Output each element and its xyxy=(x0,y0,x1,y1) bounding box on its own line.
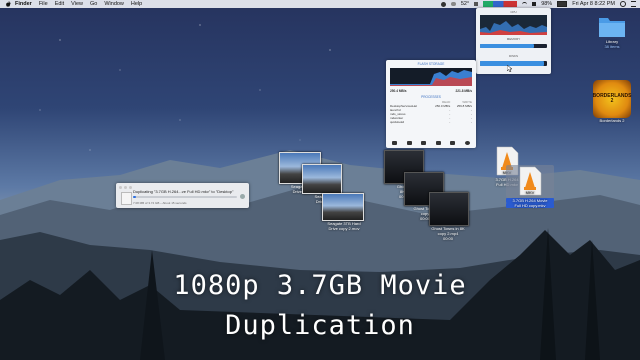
io-graph xyxy=(390,68,472,86)
video-thumbnail xyxy=(429,192,469,226)
temperature[interactable]: 52° xyxy=(461,1,469,7)
memory-tab-icon[interactable] xyxy=(406,141,412,145)
mouse-cursor-icon xyxy=(507,65,512,72)
network-tab-icon[interactable] xyxy=(435,141,441,145)
minimize-window-button[interactable] xyxy=(124,186,127,189)
read-rate: 250.4 MB/s xyxy=(390,89,407,93)
apple-icon[interactable] xyxy=(6,1,11,7)
copy-progress-dialog: Duplicating "3.7GB H.264...ve Full HD.mk… xyxy=(116,183,249,208)
caption-line-1: 1080p 3.7GB Movie xyxy=(173,270,467,301)
file-duration: 00:00 xyxy=(442,236,453,241)
flash-storage-panel: FLASH STORAGE 250.4 MB/s 221.8 MB/s PROC… xyxy=(386,60,476,148)
video-thumbnail xyxy=(322,193,364,221)
folder-icon xyxy=(599,18,625,37)
dropbox-icon[interactable] xyxy=(474,2,479,6)
memory-bar xyxy=(480,44,547,48)
disk-tab-icon[interactable] xyxy=(421,141,427,145)
vlc-file-icon: MKV xyxy=(519,166,542,196)
menu-go[interactable]: Go xyxy=(90,1,97,7)
search-icon[interactable] xyxy=(620,1,626,7)
battery-tab-icon[interactable] xyxy=(450,141,456,145)
window-controls xyxy=(119,186,132,189)
cpu-tab-icon[interactable] xyxy=(392,141,397,145)
io-rates: 250.4 MB/s 221.8 MB/s xyxy=(390,89,472,93)
cpu-graph xyxy=(480,15,547,35)
process-read: - xyxy=(449,120,451,124)
selection-highlight: MKV xyxy=(506,165,554,198)
library-sub: 38 items xyxy=(604,44,620,49)
menu-window[interactable]: Window xyxy=(104,1,124,7)
copy-file-icon xyxy=(121,192,132,205)
menu-edit[interactable]: Edit xyxy=(55,1,64,7)
battery-icon[interactable] xyxy=(557,1,568,7)
settings-tab-icon[interactable] xyxy=(464,141,470,145)
notification-center-icon[interactable] xyxy=(631,1,636,7)
caption-line-2: Duplication xyxy=(225,310,415,341)
borderlands-app[interactable]: BORDERLANDS 2 Borderlands 2 xyxy=(588,80,636,123)
panel-tab-icons xyxy=(392,141,470,145)
borderlands-icon: BORDERLANDS 2 xyxy=(593,80,631,118)
clock[interactable]: Fri Apr 8 8:22 PM xyxy=(572,1,615,7)
copy-detail: 7.08 MB of 3.74 GB – About 15 seconds xyxy=(133,201,187,205)
weather-icon[interactable] xyxy=(450,2,456,6)
file-badge: MKV xyxy=(526,190,535,195)
disks-label: DISKS xyxy=(508,54,518,58)
disk-bar xyxy=(480,61,547,66)
cancel-copy-button[interactable] xyxy=(240,194,245,199)
seagate-video-3[interactable]: Seagate 3TB Hard Drive copy 2.mov xyxy=(320,193,368,231)
copy-title: Duplicating "3.7GB H.264...ve Full HD.mk… xyxy=(133,189,234,194)
ghost-towns-video-3[interactable]: Ghost Towns in 8K copy 2.mp4 00:00 xyxy=(426,192,470,241)
video-thumbnail xyxy=(302,164,342,194)
menu-extras: 52° 98% Fri Apr 8 8:22 PM xyxy=(440,0,636,8)
library-folder[interactable]: Library 38 items xyxy=(587,14,637,49)
process-name: quicklookd xyxy=(390,120,405,124)
process-write: - xyxy=(471,120,472,124)
processes-title: PROCESSES xyxy=(421,95,441,99)
copy-progress-bar xyxy=(133,196,237,198)
process-table: READ WRITE DesktopServicesHel 250.0 MB/s 2… xyxy=(390,100,472,124)
borderlands-label: Borderlands 2 xyxy=(599,118,625,123)
menu-finder[interactable]: Finder xyxy=(15,1,32,7)
flash-storage-title: FLASH STORAGE xyxy=(417,62,445,66)
stats-menu-icon[interactable] xyxy=(483,1,518,7)
zoom-window-button[interactable] xyxy=(129,186,132,189)
menu-help[interactable]: Help xyxy=(131,1,142,7)
file-label-2: Drive copy 2.mov xyxy=(328,226,360,231)
close-window-button[interactable] xyxy=(119,186,122,189)
cpu-label: CPU xyxy=(510,10,517,14)
battery-percent[interactable]: 98% xyxy=(541,1,552,7)
table-row[interactable]: quicklookd - - xyxy=(390,120,472,124)
volume-icon[interactable] xyxy=(532,2,537,6)
status-icon[interactable] xyxy=(440,1,446,7)
mkv-movie-copy[interactable]: MKV 3.7GB H.264 Movie Full HD copy.mkv xyxy=(506,165,554,208)
wifi-icon[interactable] xyxy=(522,1,528,7)
memory-label: MEMORY xyxy=(506,37,521,41)
menu-bar: Finder File Edit View Go Window Help 52°… xyxy=(0,0,640,8)
stats-panel: CPU MEMORY DISKS xyxy=(476,8,551,74)
write-rate: 221.8 MB/s xyxy=(455,89,472,93)
menu-file[interactable]: File xyxy=(39,1,48,7)
menu-view[interactable]: View xyxy=(71,1,83,7)
file-label-2: Full HD copy.mkv xyxy=(506,203,554,208)
